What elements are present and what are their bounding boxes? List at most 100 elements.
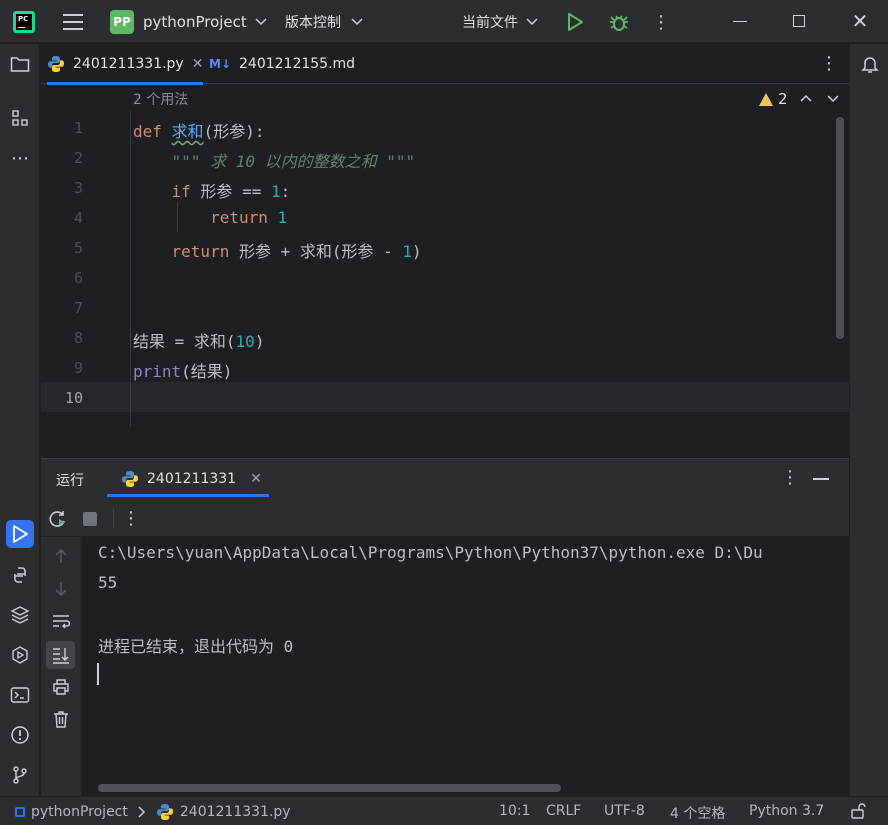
python-file-icon [48, 56, 64, 72]
run-window-title: 运行 [56, 473, 84, 489]
close-run-tab-icon[interactable]: ✕ [250, 471, 262, 487]
project-name: pythonProject [143, 13, 247, 31]
python-interpreter[interactable]: Python 3.7 [749, 803, 824, 819]
line-number: 6 [73, 269, 83, 287]
markdown-icon: M↓ [209, 57, 231, 71]
run-tool-icon[interactable] [9, 523, 31, 545]
line-number: 8 [73, 329, 83, 347]
play-icon [568, 13, 583, 31]
run-button[interactable] [566, 11, 586, 33]
debug-button[interactable] [608, 11, 630, 33]
project-switcher[interactable]: pythonProject [143, 12, 267, 32]
line-number: 1 [73, 119, 83, 137]
vcs-menu[interactable]: 版本控制 [285, 12, 363, 32]
file-encoding[interactable]: UTF-8 [604, 803, 645, 819]
usages-hint[interactable]: 2 个用法 [133, 89, 188, 109]
breadcrumb-file[interactable]: 2401211331.py [180, 804, 291, 820]
line-number: 2 [73, 149, 83, 167]
services-icon[interactable] [9, 644, 31, 666]
trash-icon[interactable] [50, 708, 72, 730]
console-horizontal-scrollbar[interactable] [98, 784, 561, 792]
indent-setting[interactable]: 4 个空格 [670, 803, 725, 823]
line-number: 4 [73, 209, 83, 227]
maximize-button[interactable] [793, 15, 805, 27]
chevron-right-icon [138, 806, 145, 818]
chevron-down-icon [351, 18, 363, 26]
warning-icon [759, 92, 773, 106]
project-badge[interactable]: PP [110, 10, 134, 34]
current-line-highlight [41, 382, 849, 412]
close-window-button[interactable]: ✕ [850, 9, 870, 33]
vcs-label: 版本控制 [285, 15, 341, 31]
title-bar: PC PP pythonProject 版本控制 当前文件 ⋮ ✕ [0, 0, 888, 43]
breadcrumb-project[interactable]: pythonProject [31, 804, 128, 820]
code-line-5: return 形参 + 求和(形参 - 1) [171, 242, 422, 261]
next-highlight-icon[interactable] [827, 95, 839, 103]
editor-vertical-scrollbar[interactable] [836, 117, 844, 339]
editor-tab-py[interactable]: 2401211331.py ✕ [47, 44, 204, 85]
stop-icon[interactable] [79, 508, 101, 530]
code-line-3: if 形参 == 1: [171, 182, 291, 201]
python-file-icon [122, 471, 138, 487]
print-icon[interactable] [50, 676, 72, 698]
project-folder-icon[interactable] [9, 53, 31, 75]
soft-wrap-icon[interactable] [50, 610, 72, 632]
code-line-1: def 求和(形参): [133, 122, 265, 141]
run-config-selector[interactable]: 当前文件 [462, 12, 538, 32]
code-line-9: print(结果) [133, 362, 233, 381]
more-actions-icon[interactable]: ⋮ [652, 11, 670, 33]
editor-tab-md[interactable]: M↓ 2401212155.md [209, 44, 355, 84]
problems-icon[interactable] [9, 724, 31, 746]
bug-icon [610, 15, 628, 31]
hide-run-window-icon[interactable] [813, 478, 829, 480]
git-icon[interactable] [9, 764, 31, 786]
structure-icon[interactable] [9, 107, 31, 129]
run-tab[interactable]: 2401211331 ✕ [107, 459, 269, 499]
notifications-bell-icon[interactable] [859, 53, 881, 75]
console-caret [97, 663, 99, 685]
run-tool-window: 运行 2401211331 ✕ ⋮ ⋮ C:\Users\yuan\AppDat… [41, 458, 849, 797]
run-options-icon[interactable]: ⋮ [781, 467, 799, 488]
line-number: 9 [73, 359, 83, 377]
python-console-icon[interactable] [9, 564, 31, 586]
python-packages-icon[interactable] [9, 604, 31, 626]
code-editor[interactable]: 2 个用法 2 1 2 3 4 5 6 7 8 9 10 def 求和(形参):… [41, 85, 849, 427]
console-output: 55 [98, 573, 118, 592]
pycharm-logo-icon: PC [13, 11, 35, 33]
toolbar-separator [113, 508, 114, 528]
more-run-actions-icon[interactable]: ⋮ [120, 507, 142, 529]
code-line-4: return 1 [210, 208, 288, 227]
module-icon [15, 807, 25, 817]
inspection-widget[interactable]: 2 [759, 90, 788, 108]
chevron-down-icon [526, 18, 538, 26]
warning-count: 2 [778, 90, 788, 108]
previous-highlight-icon[interactable] [800, 94, 812, 102]
code-line-2: """ 求 10 以内的整数之和 """ [171, 152, 416, 171]
breadcrumb: pythonProject 2401211331.py [15, 803, 291, 821]
minimize-button[interactable] [733, 21, 747, 22]
gutter-separator [130, 111, 131, 427]
line-number: 7 [73, 299, 83, 317]
line-number: 3 [73, 179, 83, 197]
tab-label: 2401211331.py [73, 56, 184, 72]
tabs-more-icon[interactable]: ⋮ [820, 53, 838, 74]
run-tab-label: 2401211331 [147, 471, 237, 487]
line-ending[interactable]: CRLF [546, 803, 581, 819]
console-exit-message: 进程已结束，退出代码为 0 [98, 637, 294, 656]
more-tools-icon[interactable]: ⋯ [9, 147, 31, 169]
arrow-down-icon[interactable] [50, 578, 72, 600]
scroll-to-end-icon[interactable] [50, 644, 72, 666]
main-menu-icon[interactable] [63, 12, 83, 32]
rerun-icon[interactable] [47, 508, 69, 530]
console-command-line: C:\Users\yuan\AppData\Local\Programs\Pyt… [98, 543, 763, 562]
caret-position[interactable]: 10:1 [499, 803, 530, 819]
left-tool-strip: ⋯ [0, 44, 40, 796]
lock-icon[interactable] [849, 802, 867, 820]
python-file-icon [156, 804, 173, 820]
line-number: 5 [73, 239, 83, 257]
arrow-up-icon[interactable] [50, 545, 72, 567]
chevron-down-icon [255, 18, 267, 26]
terminal-icon[interactable] [9, 684, 31, 706]
run-window-header: 运行 2401211331 ✕ ⋮ [41, 459, 849, 499]
close-tab-icon[interactable]: ✕ [192, 56, 204, 72]
